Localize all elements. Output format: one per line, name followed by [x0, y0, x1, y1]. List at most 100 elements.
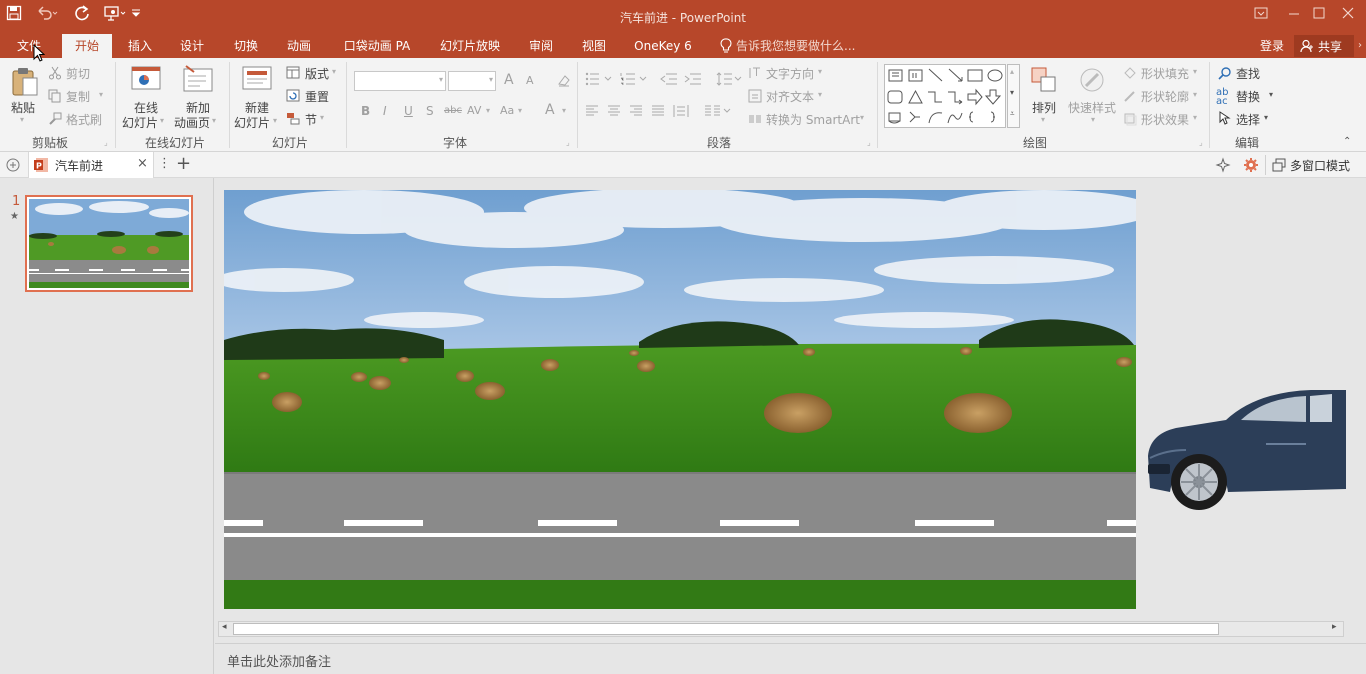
paragraph-launcher-icon[interactable]: ⌟: [867, 138, 871, 147]
clear-formatting-icon[interactable]: [556, 72, 572, 91]
grow-font-button[interactable]: A: [504, 72, 514, 88]
shape-effects-button[interactable]: 形状效果: [1141, 111, 1189, 128]
scroll-thumb[interactable]: [233, 623, 1219, 635]
chevron-down-icon[interactable]: ▾: [486, 106, 490, 115]
shrink-font-button[interactable]: A: [526, 74, 534, 87]
align-left-icon[interactable]: [585, 105, 599, 120]
arrange-button[interactable]: 排列: [1032, 99, 1056, 116]
reset-button[interactable]: 重置: [305, 88, 329, 105]
online-slides-icon[interactable]: [130, 64, 162, 97]
new-slide-icon[interactable]: [241, 64, 273, 97]
tab-home[interactable]: 开始: [62, 34, 112, 58]
replace-button[interactable]: 替换: [1236, 88, 1260, 105]
tab-design[interactable]: 设计: [170, 34, 214, 58]
chevron-down-icon[interactable]: ▾: [1193, 113, 1197, 122]
bullets-icon[interactable]: [585, 72, 615, 89]
chevron-down-icon[interactable]: ▾: [818, 67, 822, 76]
font-name-combo[interactable]: ▾: [354, 71, 446, 91]
chevron-down-icon[interactable]: ▾: [1193, 67, 1197, 76]
star-sparkle-icon[interactable]: [1215, 157, 1231, 176]
close-icon[interactable]: [1342, 6, 1354, 24]
change-case-button[interactable]: Aa: [500, 104, 514, 117]
new-tab-icon[interactable]: +: [176, 153, 191, 174]
new-slide-dropdown-icon[interactable]: ▾: [273, 116, 277, 125]
chevron-down-icon[interactable]: ▾: [1269, 90, 1273, 99]
tab-menu-icon[interactable]: ⋮: [158, 156, 171, 171]
slide-canvas[interactable]: [224, 190, 1136, 609]
tell-me-box[interactable]: 告诉我您想要做什么...: [736, 34, 856, 58]
find-button[interactable]: 查找: [1236, 65, 1260, 82]
chevron-down-icon[interactable]: ▾: [1193, 90, 1197, 99]
format-painter-button[interactable]: 格式刷: [66, 111, 102, 128]
tab-view[interactable]: 视图: [572, 34, 616, 58]
minimize-icon[interactable]: [1288, 6, 1300, 24]
tab-pocket-animation[interactable]: 口袋动画 PA: [336, 34, 418, 58]
notes-pane[interactable]: 单击此处添加备注: [215, 643, 1366, 674]
new-slide-line2[interactable]: 幻灯片: [234, 114, 270, 131]
layout-button[interactable]: 版式: [305, 65, 329, 82]
quick-styles-icon[interactable]: [1078, 66, 1106, 97]
italic-button[interactable]: I: [383, 104, 387, 118]
layout-dropdown-icon[interactable]: ▾: [332, 67, 336, 76]
chevron-down-icon[interactable]: ▾: [518, 106, 522, 115]
tab-review[interactable]: 审阅: [520, 34, 562, 58]
font-launcher-icon[interactable]: ⌟: [566, 138, 570, 147]
online-slides-dropdown-icon[interactable]: ▾: [160, 116, 164, 125]
notes-placeholder[interactable]: 单击此处添加备注: [227, 651, 331, 670]
settings-gear-icon[interactable]: [1243, 157, 1259, 176]
decrease-indent-icon[interactable]: [660, 72, 678, 89]
chevron-down-icon[interactable]: ▾: [562, 106, 566, 115]
justify-icon[interactable]: [651, 105, 665, 120]
close-tab-icon[interactable]: ×: [137, 156, 148, 171]
share-button[interactable]: 共享: [1294, 35, 1354, 57]
more-icon[interactable]: ⩡: [1010, 109, 1015, 119]
section-button[interactable]: 节: [305, 111, 317, 128]
copy-dropdown-icon[interactable]: ▾: [99, 90, 103, 99]
bold-button[interactable]: B: [361, 104, 370, 118]
tab-slideshow[interactable]: 幻灯片放映: [432, 34, 508, 58]
tab-onekey[interactable]: OneKey 6: [626, 34, 700, 58]
shape-outline-button[interactable]: 形状轮廓: [1141, 88, 1189, 105]
char-spacing-button[interactable]: AV: [467, 104, 481, 117]
align-center-icon[interactable]: [607, 105, 621, 120]
strikethrough-button[interactable]: abc: [444, 105, 462, 116]
columns-icon[interactable]: [704, 105, 732, 120]
chevron-down-icon[interactable]: ▾: [1264, 113, 1268, 122]
numbering-icon[interactable]: [620, 72, 650, 89]
online-slides-line2[interactable]: 幻灯片: [122, 114, 158, 131]
new-animation-page-line2[interactable]: 动画页: [174, 114, 210, 131]
text-direction-button[interactable]: 文字方向: [766, 65, 814, 82]
login-link[interactable]: 登录: [1252, 34, 1292, 58]
file-list-icon[interactable]: [5, 157, 21, 176]
paste-icon[interactable]: [10, 66, 40, 101]
maximize-icon[interactable]: [1313, 6, 1325, 24]
chevron-up-icon[interactable]: ▴: [1010, 67, 1014, 76]
tab-insert[interactable]: 插入: [118, 34, 162, 58]
multi-window-button[interactable]: 多窗口模式: [1290, 157, 1350, 174]
paste-button[interactable]: 粘贴: [11, 99, 35, 116]
clipboard-launcher-icon[interactable]: ⌟: [104, 138, 108, 147]
chevron-down-icon[interactable]: ▾: [818, 90, 822, 99]
chevron-down-icon[interactable]: ▾: [1091, 115, 1095, 124]
increase-indent-icon[interactable]: [684, 72, 702, 89]
section-dropdown-icon[interactable]: ▾: [320, 113, 324, 122]
line-spacing-icon[interactable]: [716, 72, 742, 89]
tab-animations[interactable]: 动画: [277, 34, 321, 58]
scroll-left-icon[interactable]: ◂: [222, 622, 227, 632]
select-button[interactable]: 选择: [1236, 111, 1260, 128]
ribbon-display-icon[interactable]: [1254, 6, 1268, 24]
distributed-icon[interactable]: [673, 104, 689, 121]
chevron-down-icon[interactable]: ▾: [860, 113, 864, 122]
arrange-icon[interactable]: [1030, 66, 1058, 97]
shapes-gallery-scroll[interactable]: ▴ ▾ ⩡: [1007, 64, 1020, 128]
cut-button[interactable]: 剪切: [66, 65, 90, 82]
drawing-launcher-icon[interactable]: ⌟: [1199, 138, 1203, 147]
chevron-down-icon[interactable]: ▾: [1010, 88, 1014, 97]
horizontal-scrollbar[interactable]: ◂ ▸: [218, 621, 1344, 637]
scroll-right-icon[interactable]: ▸: [1332, 622, 1337, 632]
align-text-button[interactable]: 对齐文本: [766, 88, 814, 105]
shadow-button[interactable]: S: [426, 104, 434, 118]
quick-styles-button[interactable]: 快速样式: [1068, 99, 1116, 116]
car-image[interactable]: [1146, 384, 1346, 514]
convert-smartart-button[interactable]: 转换为 SmartArt: [766, 111, 860, 128]
